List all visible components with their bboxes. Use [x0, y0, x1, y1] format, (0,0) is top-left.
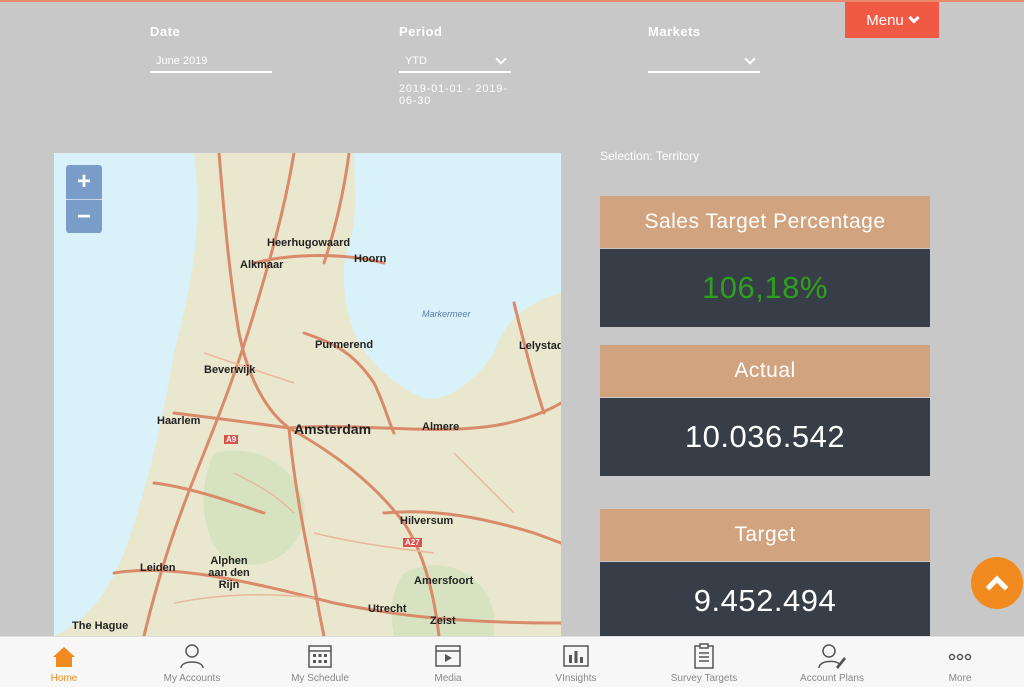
period-select[interactable]: YTD: [399, 51, 511, 73]
map-label: Markermeer: [422, 309, 471, 319]
road-shield: A27: [403, 538, 422, 547]
map-label: Almere: [422, 421, 460, 433]
menu-button[interactable]: Menu: [845, 2, 939, 38]
tab-label: My Accounts: [163, 673, 221, 684]
selection-text: Selection: Territory: [600, 149, 700, 163]
chevron-up-icon: [985, 575, 1009, 599]
zoom-in-button[interactable]: +: [66, 165, 102, 199]
tab-label: More: [948, 673, 972, 684]
map-label: Hilversum: [400, 515, 454, 527]
chevron-down-icon: [495, 53, 507, 65]
chevron-down-icon: [744, 53, 756, 65]
markets-select[interactable]: [648, 51, 760, 73]
kpi-actual-value: 10.036.542: [600, 398, 930, 476]
map-label: Haarlem: [157, 415, 201, 427]
markets-label: Markets: [648, 24, 701, 39]
tab-account-plans[interactable]: Account Plans: [768, 637, 896, 687]
tab-label: Survey Targets: [670, 673, 738, 684]
kpi-sales-target-percentage-title: Sales Target Percentage: [600, 196, 930, 248]
date-value: June 2019: [156, 55, 208, 67]
map-label: The Hague: [72, 620, 129, 632]
chart-icon: [563, 645, 589, 667]
tab-more[interactable]: More: [896, 637, 1024, 687]
tab-my-accounts[interactable]: My Accounts: [128, 637, 256, 687]
media-icon: [435, 645, 461, 667]
markets-filter: Markets: [648, 24, 760, 73]
date-label: Date: [150, 24, 181, 39]
tab-label: Home: [50, 673, 78, 684]
tab-label: VInsights: [555, 673, 597, 684]
bottom-tab-bar: Home My Accounts My Schedule Media VInsi…: [0, 636, 1024, 687]
zoom-control: + −: [66, 165, 102, 233]
map-label: Amersfoort: [414, 575, 474, 587]
tab-label: My Schedule: [291, 673, 349, 684]
map-label: Zeist: [430, 615, 456, 627]
kpi-target-title: Target: [600, 509, 930, 561]
tab-survey-targets[interactable]: Survey Targets: [640, 637, 768, 687]
calendar-icon: [308, 645, 332, 668]
kpi-target-value: 9.452.494: [600, 562, 930, 640]
home-icon: [53, 647, 75, 667]
map-label: Beverwijk: [204, 364, 256, 376]
map-label: Purmerend: [315, 339, 374, 351]
tab-vinsights[interactable]: VInsights: [512, 637, 640, 687]
date-filter: Date June 2019: [150, 24, 272, 73]
period-filter: Period YTD 2019-01-01 - 2019-06-30: [399, 24, 511, 107]
tab-home[interactable]: Home: [0, 637, 128, 687]
account-plan-icon: [818, 644, 846, 669]
map-label: Amsterdam: [294, 421, 372, 437]
menu-label: Menu: [866, 11, 904, 29]
territory-map[interactable]: + − Heerhugowaard Alkmaar Hoorn Markerme…: [54, 153, 561, 636]
map-label: Leiden: [140, 562, 176, 574]
map-canvas: [54, 153, 561, 636]
period-date-range: 2019-01-01 - 2019-06-30: [399, 83, 508, 107]
map-label: Alphen aan den Rijn: [208, 555, 250, 591]
chevron-down-icon: [908, 12, 920, 24]
map-label: Hoorn: [354, 253, 387, 265]
tab-media[interactable]: Media: [384, 637, 512, 687]
tab-label: Account Plans: [800, 673, 864, 684]
more-icon: [948, 653, 972, 661]
map-label: Heerhugowaard: [267, 237, 351, 249]
scroll-to-top-button[interactable]: [971, 557, 1023, 609]
period-value: YTD: [405, 55, 427, 67]
map-label: Alkmaar: [240, 259, 284, 271]
clipboard-icon: [694, 643, 714, 669]
kpi-sales-target-percentage-value: 106,18%: [600, 249, 930, 327]
map-label: Lelystad: [519, 340, 561, 352]
date-field[interactable]: June 2019: [150, 51, 272, 73]
tab-label: Media: [434, 673, 462, 684]
road-shield: A9: [224, 435, 239, 444]
accounts-icon: [180, 644, 204, 669]
tab-my-schedule[interactable]: My Schedule: [256, 637, 384, 687]
kpi-actual-title: Actual: [600, 345, 930, 397]
period-label: Period: [399, 24, 443, 39]
zoom-out-button[interactable]: −: [66, 199, 102, 233]
map-label: Utrecht: [368, 603, 407, 615]
